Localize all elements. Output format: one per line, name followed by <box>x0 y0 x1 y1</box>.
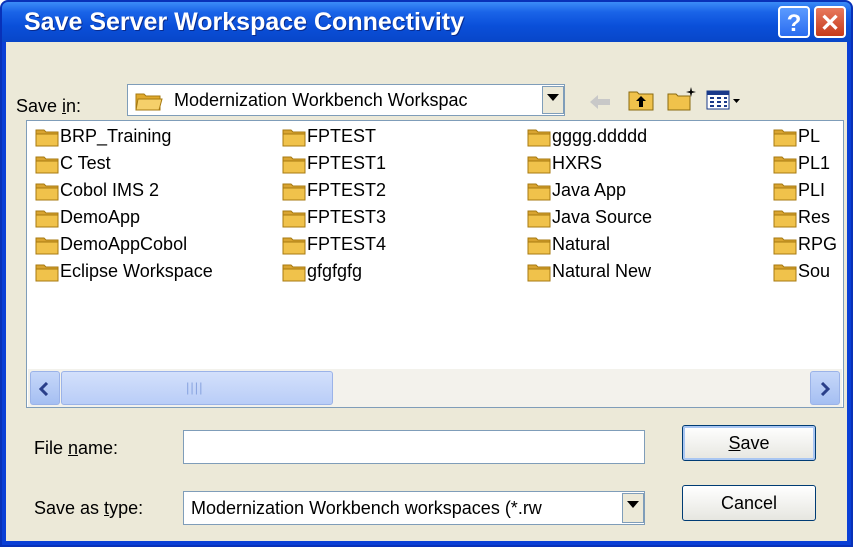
folder-icon <box>282 183 306 201</box>
folder-item-label: FPTEST <box>307 126 377 146</box>
folder-icon <box>773 129 797 147</box>
folder-item-label: FPTEST4 <box>307 234 387 254</box>
folder-item-label: FPTEST3 <box>307 207 387 227</box>
folder-icon <box>35 210 59 228</box>
save-as-type-dropdown-button[interactable] <box>622 493 644 523</box>
folder-icon <box>527 210 551 228</box>
folder-item-label: gggg.ddddd <box>552 126 648 146</box>
folder-icon <box>527 264 551 282</box>
dialog-body: Save in: Modernization Workbench Workspa… <box>6 42 847 541</box>
back-arrow-icon[interactable] <box>588 92 612 112</box>
folder-icon <box>35 156 59 174</box>
folder-item-label: FPTEST1 <box>307 153 387 173</box>
folder-item-label: gfgfgfg <box>307 261 363 281</box>
folder-item-label: BRP_Training <box>60 126 172 146</box>
folder-item-label: DemoApp <box>60 207 141 227</box>
folder-item-label: DemoAppCobol <box>60 234 188 254</box>
save-in-value: Modernization Workbench Workspac <box>174 90 468 110</box>
cancel-button[interactable]: Cancel <box>682 485 816 521</box>
horizontal-scrollbar[interactable]: |||| <box>28 369 842 407</box>
save-button[interactable]: Save <box>682 425 816 461</box>
folder-item-label: Cobol IMS 2 <box>60 180 160 200</box>
folder-item-label: HXRS <box>552 153 603 173</box>
save-in-label: Save in: <box>16 96 82 116</box>
folder-item-label: PLI <box>798 180 826 200</box>
open-folder-icon <box>135 93 163 111</box>
folder-icon <box>35 264 59 282</box>
folder-icon <box>35 129 59 147</box>
folder-icon <box>527 156 551 174</box>
save-in-dropdown-button[interactable] <box>542 86 564 114</box>
folder-icon <box>527 183 551 201</box>
folder-icon <box>527 129 551 147</box>
folder-icon <box>282 156 306 174</box>
file-name-input[interactable] <box>183 430 645 464</box>
folder-icon <box>527 237 551 255</box>
chevron-down-icon <box>627 501 639 508</box>
folder-icon <box>773 237 797 255</box>
folder-item-label: PL1 <box>798 153 831 173</box>
save-as-type-value: Modernization Workbench workspaces (*.rw <box>191 498 542 518</box>
folder-icon <box>773 156 797 174</box>
folder-item-label: Natural <box>552 234 611 254</box>
folder-item-label: FPTEST2 <box>307 180 387 200</box>
folder-item-label: Natural New <box>552 261 652 281</box>
close-button[interactable]: ✕ <box>814 6 846 38</box>
window-title: Save Server Workspace Connectivity <box>24 8 465 36</box>
folder-icon <box>35 183 59 201</box>
folder-list[interactable]: BRP_Training C Test Cobol IMS 2 DemoApp Demo… <box>26 120 844 408</box>
folder-item-label: Java Source <box>552 207 653 227</box>
folder-item-label: Eclipse Workspace <box>60 261 213 281</box>
folder-item-label: Java App <box>552 180 627 200</box>
help-button[interactable]: ? <box>778 6 810 38</box>
save-as-type-label: Save as type: <box>34 498 144 518</box>
scroll-right-button[interactable] <box>810 371 840 405</box>
folder-icon <box>282 129 306 147</box>
folder-item-label: PL <box>798 126 821 146</box>
folder-item-label: RPG <box>798 234 838 254</box>
scroll-thumb[interactable]: |||| <box>61 371 333 405</box>
chevron-down-icon <box>547 94 559 101</box>
folder-icon <box>773 264 797 282</box>
folder-icon <box>282 264 306 282</box>
save-as-type-dropdown[interactable]: Modernization Workbench workspaces (*.rw <box>183 491 645 525</box>
title-bar[interactable]: Save Server Workspace Connectivity ? ✕ <box>2 2 851 42</box>
up-folder-icon[interactable] <box>628 88 654 112</box>
folder-icon <box>773 183 797 201</box>
folder-item-label: C Test <box>60 153 111 173</box>
folder-icon <box>282 210 306 228</box>
scroll-grip: |||| <box>186 380 204 395</box>
scroll-left-button[interactable] <box>30 371 60 405</box>
new-folder-icon[interactable] <box>667 86 697 112</box>
chevron-right-icon <box>820 382 830 396</box>
save-dialog-window: Save Server Workspace Connectivity ? ✕ S… <box>0 0 853 547</box>
file-name-label: File name: <box>34 438 119 458</box>
folder-icon <box>35 237 59 255</box>
folder-item-label: Sou <box>798 261 831 281</box>
chevron-left-icon <box>39 382 49 396</box>
save-in-dropdown[interactable]: Modernization Workbench Workspac <box>127 84 565 116</box>
view-menu-icon[interactable] <box>706 90 742 110</box>
folder-icon <box>282 237 306 255</box>
folder-icon <box>773 210 797 228</box>
folder-item-label: Res <box>798 207 831 227</box>
